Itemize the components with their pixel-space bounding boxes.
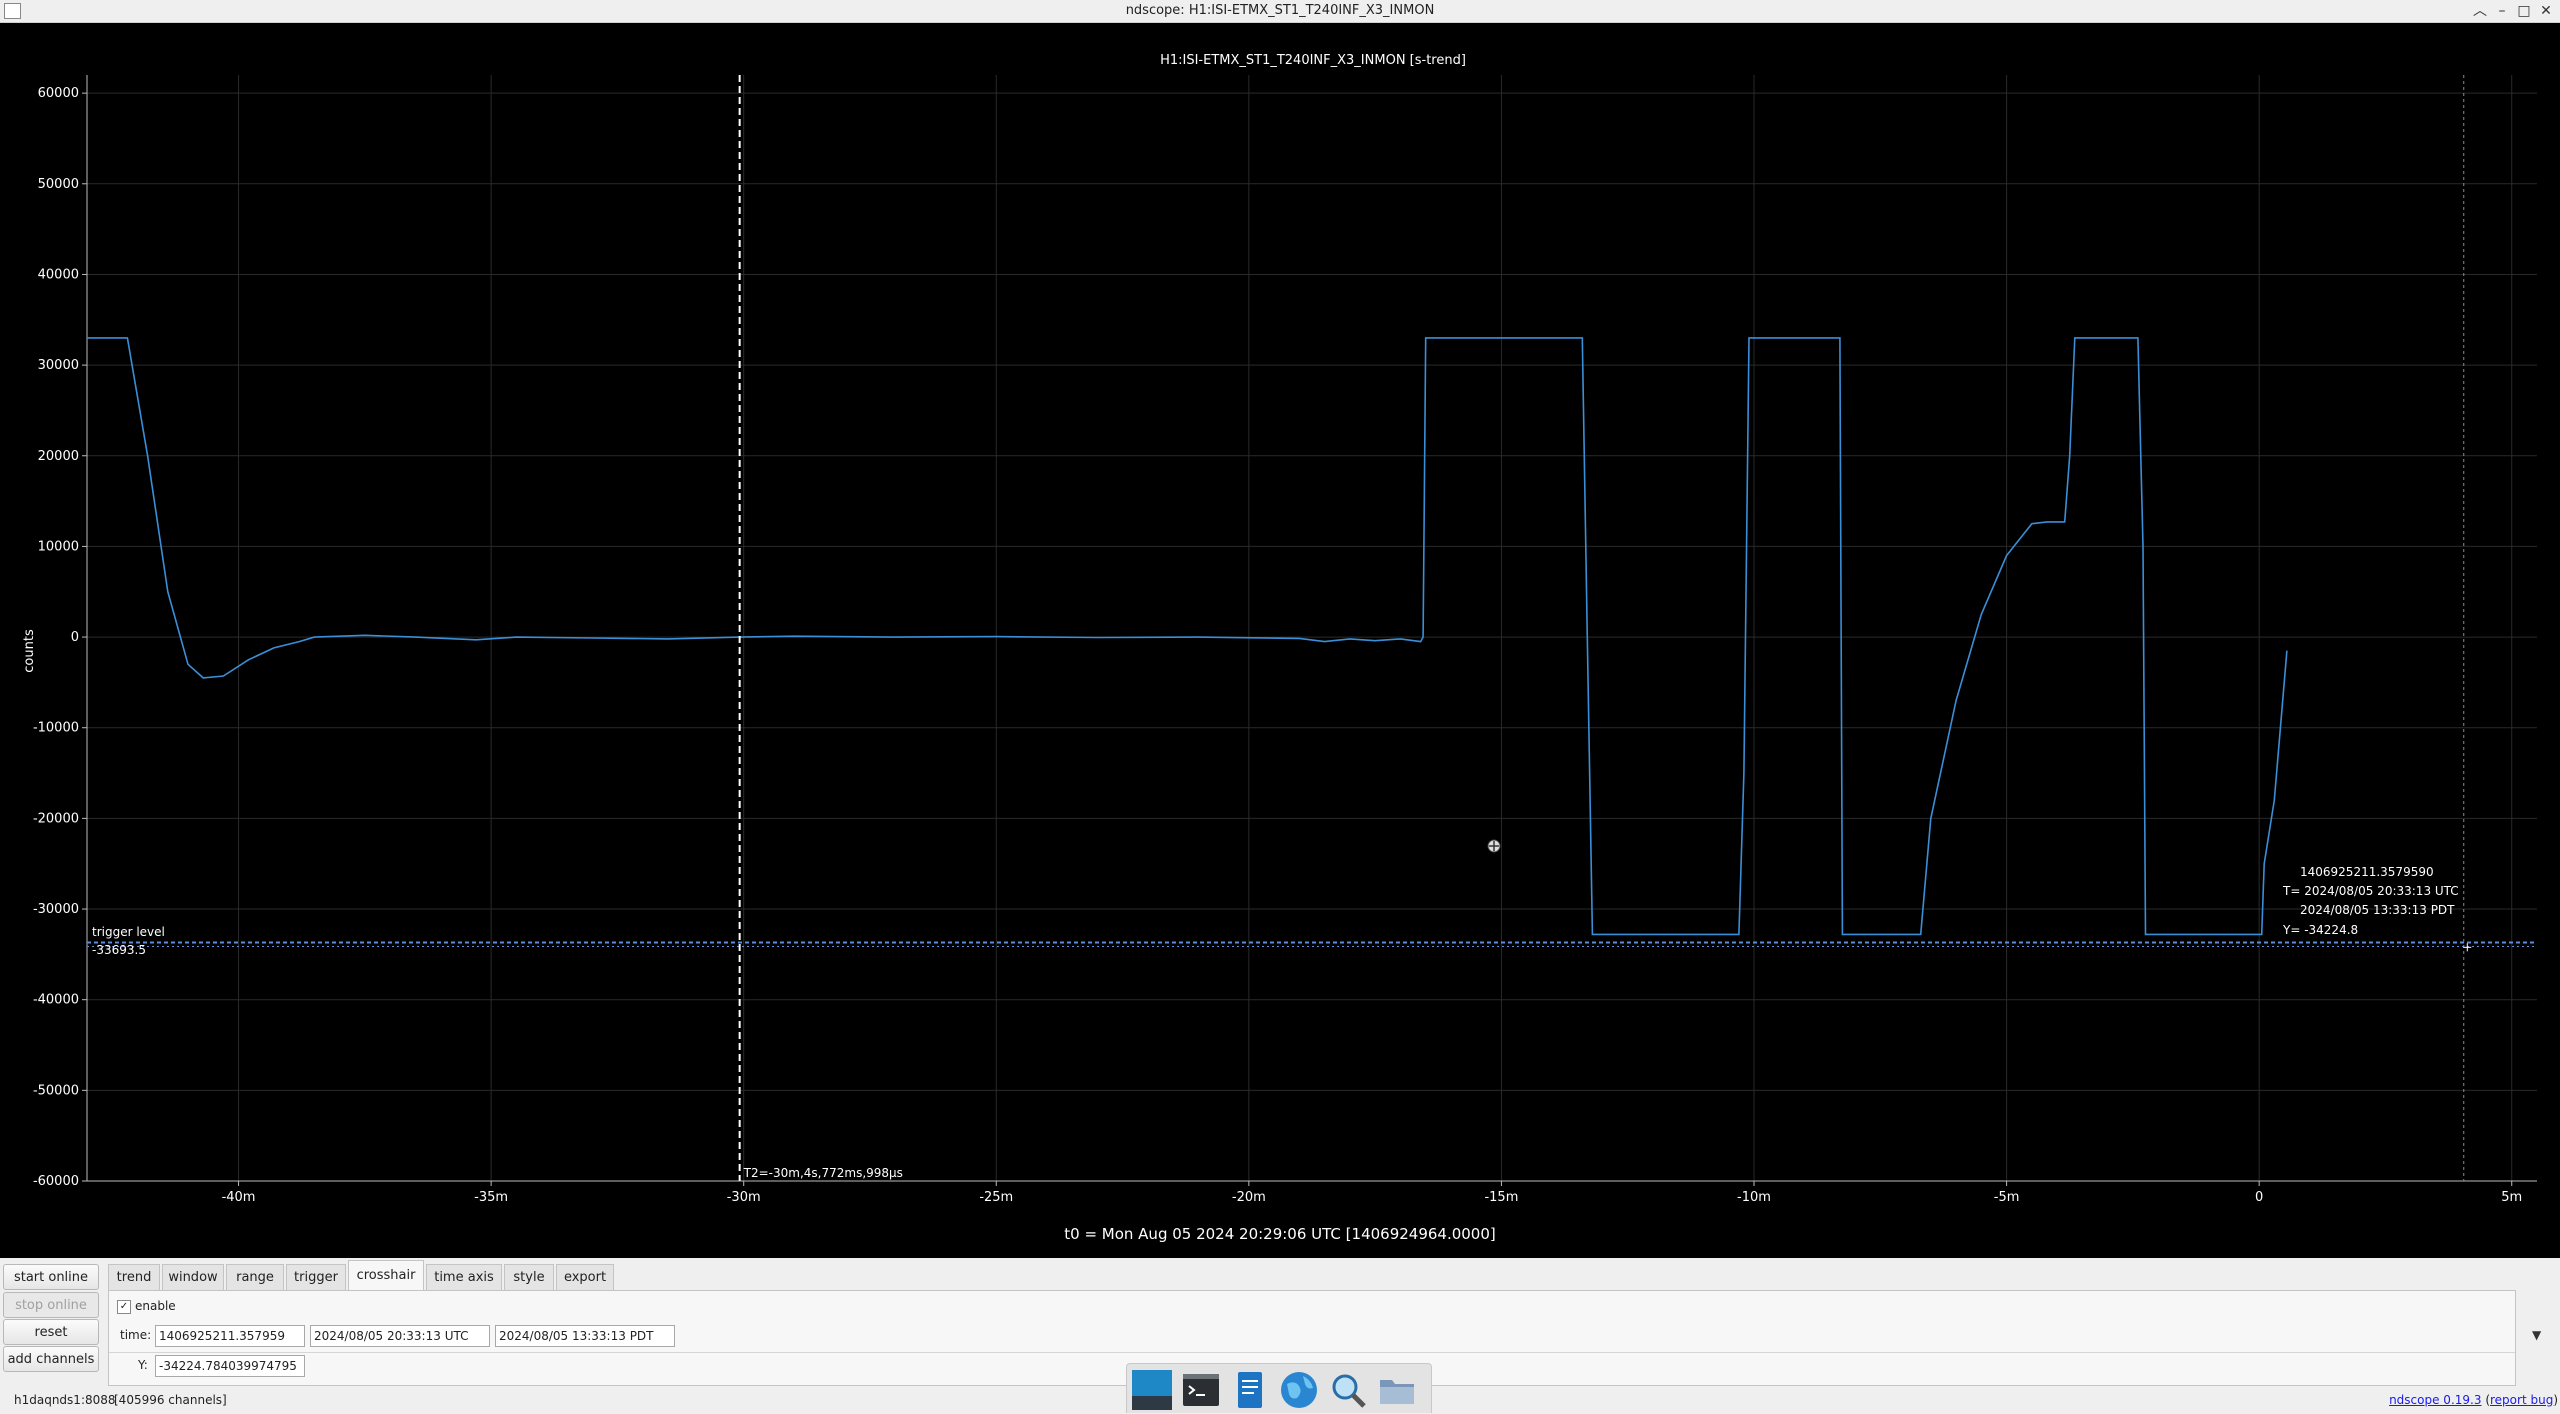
crosshair-y-field[interactable]: -34224.784039974795 (155, 1355, 305, 1377)
x-tick-label: -15m (1484, 1190, 1518, 1205)
paren-close: ) (2553, 1393, 2558, 1407)
tab-crosshair[interactable]: crosshair (348, 1260, 424, 1291)
x-tick-label: -5m (1994, 1190, 2020, 1205)
y-tick-label: 20000 (38, 449, 79, 464)
shade-window-icon[interactable]: ︿ (2470, 1, 2490, 21)
check-icon: ✓ (119, 1301, 129, 1312)
version-info: ndscope 0.19.3 (report bug) (2389, 1393, 2558, 1407)
tab-window[interactable]: window (162, 1264, 224, 1290)
web-browser-icon[interactable] (1279, 1370, 1319, 1410)
crosshair-pdt-time-field[interactable]: 2024/08/05 13:33:13 PDT (495, 1325, 675, 1347)
workspace-icon[interactable] (1132, 1370, 1172, 1410)
text-editor-icon[interactable] (1230, 1370, 1270, 1410)
x-tick-label: -10m (1737, 1190, 1771, 1205)
y-tick-label: 0 (71, 630, 79, 645)
crosshair-gps-time-field[interactable]: 1406925211.357959 (155, 1325, 305, 1347)
utc-time-value: 2024/08/05 20:33:13 UTC (314, 1329, 469, 1343)
x-tick-label: -40m (222, 1190, 256, 1205)
tab-trigger[interactable]: trigger (286, 1264, 346, 1290)
channel-count: [405996 channels] (114, 1393, 227, 1407)
y-tick-label: -20000 (33, 811, 79, 826)
x-tick-label: -20m (1232, 1190, 1266, 1205)
trigger-level-value: -33693.5 (92, 943, 146, 957)
tab-range[interactable]: range (226, 1264, 284, 1290)
tab-label: trigger (294, 1270, 338, 1285)
expand-arrow-icon[interactable]: ▼ (2532, 1328, 2541, 1342)
tab-label: style (513, 1270, 545, 1285)
window-titlebar: ndscope: H1:ISI-ETMX_ST1_T240INF_X3_INMO… (0, 0, 2560, 23)
add-channels-button[interactable]: add channels (3, 1346, 99, 1372)
enable-checkbox[interactable]: ✓ (117, 1300, 131, 1314)
tab-label: range (236, 1270, 274, 1285)
tab-label: time axis (434, 1270, 494, 1285)
crosshair-gps-readout: 1406925211.3579590 (2300, 865, 2434, 879)
x-tick-label: 0 (2255, 1190, 2263, 1205)
crosshair-pdt-readout: 2024/08/05 13:33:13 PDT (2300, 903, 2455, 917)
panel-divider (109, 1352, 2515, 1353)
stop-online-button: stop online (3, 1292, 99, 1318)
search-icon[interactable] (1328, 1370, 1368, 1410)
plot-title: H1:ISI-ETMX_ST1_T240INF_X3_INMON [s-tren… (1160, 53, 1466, 68)
terminal-icon[interactable] (1181, 1370, 1221, 1410)
start-online-button[interactable]: start online (3, 1264, 99, 1290)
y-tick-label: 30000 (38, 358, 79, 373)
tab-label: crosshair (356, 1268, 416, 1283)
x-tick-label: -35m (474, 1190, 508, 1205)
crosshair-utc-time-field[interactable]: 2024/08/05 20:33:13 UTC (310, 1325, 490, 1347)
crosshair-marker (2463, 943, 2472, 952)
enable-label: enable (135, 1299, 176, 1313)
close-window-icon[interactable]: ✕ (2536, 1, 2556, 21)
crosshair-y-readout: Y= -34224.8 (2282, 923, 2358, 937)
minimize-window-icon[interactable]: – (2492, 1, 2512, 21)
start-online-label: start online (13, 1270, 89, 1285)
tab-export[interactable]: export (556, 1264, 614, 1290)
x-tick-label: 5m (2501, 1190, 2522, 1205)
y-tick-label: -50000 (33, 1083, 79, 1098)
t0-label: t0 = Mon Aug 05 2024 20:29:06 UTC [14069… (1064, 1225, 1496, 1243)
stop-online-label: stop online (15, 1298, 87, 1313)
y-tick-label: -30000 (33, 902, 79, 917)
y-tick-label: 10000 (38, 539, 79, 554)
time-label: time: (120, 1328, 152, 1342)
y-tick-label: 60000 (38, 86, 79, 101)
pdt-time-value: 2024/08/05 13:33:13 PDT (499, 1329, 654, 1343)
tab-trend[interactable]: trend (108, 1264, 160, 1290)
y-tick-label: -40000 (33, 993, 79, 1008)
y-label: Y: (138, 1358, 148, 1372)
y-tick-label: 40000 (38, 267, 79, 282)
tab-time-axis[interactable]: time axis (426, 1264, 502, 1290)
y-value: -34224.784039974795 (159, 1359, 297, 1373)
gps-time-value: 1406925211.357959 (159, 1329, 285, 1343)
trigger-level-label: trigger level (92, 925, 165, 939)
crosshair-utc-readout: T= 2024/08/05 20:33:13 UTC (2282, 884, 2459, 898)
window-title: ndscope: H1:ISI-ETMX_ST1_T240INF_X3_INMO… (1125, 3, 1435, 18)
y-tick-label: 50000 (38, 177, 79, 192)
series-line (87, 337, 2288, 936)
add-channels-label: add channels (7, 1352, 95, 1367)
y-axis-label: counts (22, 629, 37, 673)
x-tick-label: -30m (727, 1190, 761, 1205)
reset-label: reset (34, 1325, 68, 1340)
maximize-window-icon[interactable]: □ (2514, 1, 2534, 21)
y-tick-label: -60000 (33, 1174, 79, 1189)
move-cursor-icon (1487, 839, 1501, 853)
x-tick-label: -25m (979, 1190, 1013, 1205)
plot-area[interactable]: -40m -35m -30m -25m -20m -15m -10m -5m 0 5m 60000 5… (0, 23, 2560, 1258)
file-manager-icon[interactable] (1377, 1370, 1417, 1410)
y-tick-label: -10000 (33, 721, 79, 736)
version-link[interactable]: ndscope 0.19.3 (2389, 1393, 2481, 1407)
report-bug-link[interactable]: report bug (2490, 1393, 2553, 1407)
reset-button[interactable]: reset (3, 1319, 99, 1345)
t2-cursor-label: T2=-30m,4s,772ms,998μs (743, 1166, 903, 1180)
trend-plot[interactable]: -40m -35m -30m -25m -20m -15m -10m -5m 0 5m 60000 5… (0, 23, 2560, 1258)
tab-label: trend (116, 1270, 152, 1285)
tab-style[interactable]: style (504, 1264, 554, 1290)
tab-label: window (168, 1270, 218, 1285)
server-address: h1daqnds1:8088 (14, 1393, 116, 1407)
taskbar-dock (1126, 1363, 1432, 1413)
tab-label: export (563, 1270, 607, 1285)
